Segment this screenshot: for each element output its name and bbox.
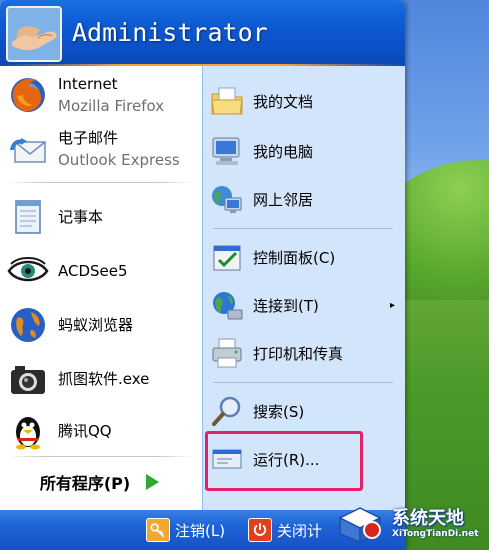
recent-item-ant-browser[interactable]: 蚂蚁浏览器 bbox=[6, 300, 198, 350]
globe-browser-icon bbox=[6, 303, 50, 347]
right-item-label: 连接到(T) bbox=[253, 296, 319, 315]
all-programs-label: 所有程序(P) bbox=[39, 474, 131, 493]
outlook-express-icon bbox=[6, 127, 50, 171]
right-item-label: 我的文档 bbox=[253, 92, 314, 111]
pinned-item-email[interactable]: 电子邮件 Outlook Express bbox=[6, 124, 198, 174]
right-pane-separator bbox=[213, 382, 393, 383]
right-item-my-computer[interactable]: 我的电脑 bbox=[209, 130, 401, 172]
right-item-label: 搜索(S) bbox=[253, 402, 305, 421]
acdsee-eye-icon bbox=[6, 249, 50, 293]
right-item-network-places[interactable]: 网上邻居 bbox=[209, 178, 401, 220]
pinned-item-label: Internet bbox=[58, 75, 118, 93]
green-arrow-icon bbox=[141, 472, 162, 492]
right-item-label: 我的电脑 bbox=[253, 142, 314, 161]
right-item-connect-to[interactable]: 连接到(T) ▸ bbox=[209, 284, 401, 326]
recent-item-label: 抓图软件.exe bbox=[58, 370, 150, 388]
right-item-printers-faxes[interactable]: 打印机和传真 bbox=[209, 332, 401, 374]
control-panel-icon bbox=[209, 239, 245, 275]
left-pane-separator bbox=[8, 182, 194, 183]
recent-item-qq[interactable]: 腾讯QQ bbox=[6, 406, 198, 456]
search-icon bbox=[209, 393, 245, 429]
shutdown-button[interactable]: 关闭计 bbox=[248, 516, 322, 544]
my-documents-icon bbox=[209, 83, 245, 119]
firefox-icon bbox=[6, 73, 50, 117]
right-item-search[interactable]: 搜索(S) bbox=[209, 390, 401, 432]
right-pane-separator bbox=[213, 228, 393, 229]
right-item-my-documents[interactable]: 我的文档 bbox=[209, 80, 401, 122]
right-item-control-panel[interactable]: 控制面板(C) bbox=[209, 236, 401, 278]
left-pane: Internet Mozilla Firefox 电子邮件 Outlook Ex… bbox=[0, 66, 202, 510]
pinned-item-sublabel: Mozilla Firefox bbox=[58, 97, 165, 115]
key-icon bbox=[146, 518, 170, 542]
recent-item-label: ACDSee5 bbox=[58, 262, 128, 280]
right-item-label: 网上邻居 bbox=[253, 190, 314, 209]
network-places-icon bbox=[209, 181, 245, 217]
handshake-avatar-icon bbox=[8, 8, 60, 60]
site-watermark: 系统天地 XiTongTianDi.net bbox=[336, 500, 486, 548]
qq-penguin-icon bbox=[6, 409, 50, 453]
run-highlight-box bbox=[205, 431, 363, 491]
my-computer-icon bbox=[209, 133, 245, 169]
start-menu: Administrator Internet Mozilla Firefox 电… bbox=[0, 0, 405, 550]
shutdown-label: 关闭计 bbox=[277, 521, 323, 540]
recent-item-acdsee[interactable]: ACDSee5 bbox=[6, 246, 198, 296]
submenu-arrow-icon: ▸ bbox=[389, 299, 395, 311]
recent-item-notepad[interactable]: 记事本 bbox=[6, 192, 198, 242]
recent-item-label: 腾讯QQ bbox=[58, 422, 112, 440]
recent-item-screenshot-tool[interactable]: 抓图软件.exe bbox=[6, 354, 198, 404]
camera-icon bbox=[6, 357, 50, 401]
all-programs-button[interactable]: 所有程序(P) bbox=[0, 454, 202, 510]
right-item-label: 打印机和传真 bbox=[253, 344, 344, 363]
watermark-url: XiTongTianDi.net bbox=[392, 529, 479, 539]
pinned-item-sublabel: Outlook Express bbox=[58, 151, 180, 169]
right-item-label: 控制面板(C) bbox=[253, 248, 336, 267]
printer-icon bbox=[209, 335, 245, 371]
connect-to-icon bbox=[209, 287, 245, 323]
user-avatar[interactable] bbox=[6, 6, 62, 62]
pinned-item-internet[interactable]: Internet Mozilla Firefox bbox=[6, 70, 198, 120]
recent-item-label: 记事本 bbox=[58, 208, 104, 226]
logoff-button[interactable]: 注销(L) bbox=[146, 516, 225, 544]
pinned-item-label: 电子邮件 bbox=[58, 129, 119, 147]
logoff-label: 注销(L) bbox=[175, 521, 226, 540]
power-icon bbox=[248, 518, 272, 542]
start-menu-header: Administrator bbox=[0, 0, 405, 66]
recent-item-label: 蚂蚁浏览器 bbox=[58, 316, 134, 334]
username-label: Administrator bbox=[72, 18, 268, 47]
watermark-logo-icon bbox=[338, 507, 382, 544]
notepad-icon bbox=[6, 195, 50, 239]
watermark-title: 系统天地 bbox=[392, 508, 464, 529]
